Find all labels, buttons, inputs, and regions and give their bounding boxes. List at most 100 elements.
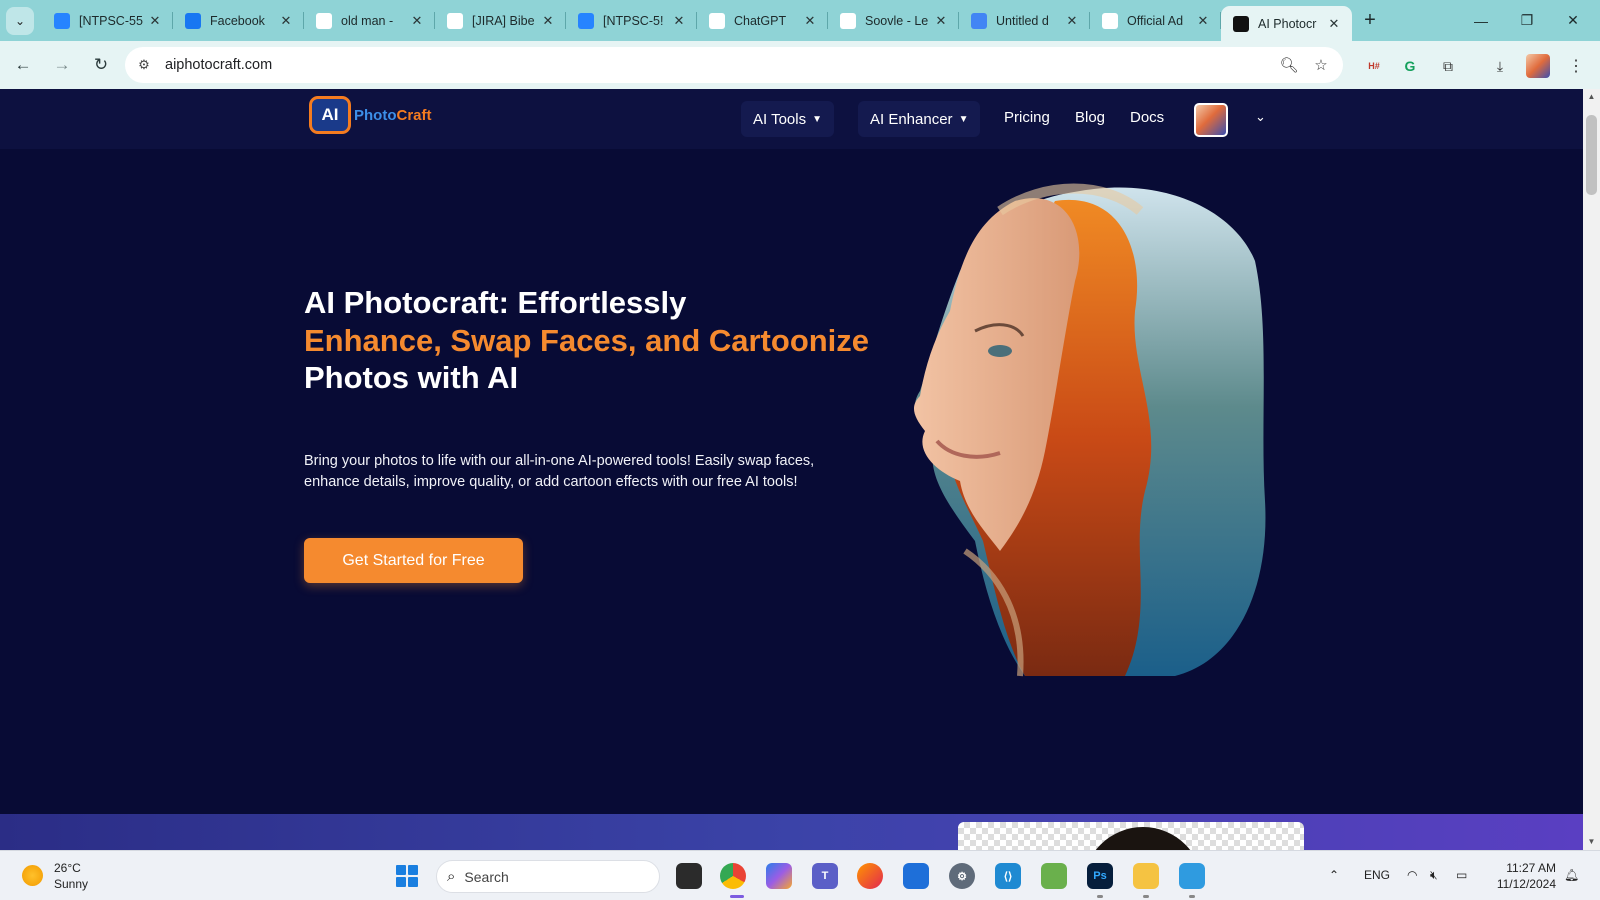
facebook-icon [185,12,201,29]
chrome-icon[interactable] [720,863,746,889]
get-started-button[interactable]: Get Started for Free [304,538,523,583]
language-indicator[interactable]: ENG [1364,868,1390,882]
paint-icon[interactable] [1179,863,1205,889]
nav-ai-enhancer[interactable]: AI Enhancer ▼ [858,101,981,137]
browser-toolbar: ← → ↻ ⚙ aiphotocraft.com 🔍︎ ☆ [0,41,1600,89]
photoshop-icon[interactable]: Ps [1087,863,1113,889]
hashtag-extension-icon[interactable]: H# [1362,54,1386,78]
browser-tab[interactable]: [NTPSC-5! ✕ [566,0,697,41]
browser-tab-title: Official Ad [1127,13,1184,28]
preview-portrait-image [1083,827,1203,850]
teams-icon[interactable]: T [812,863,838,889]
account-menu-chevron-icon[interactable]: ⌄ [1255,109,1266,125]
taskbar-search[interactable]: ⌕ Search [436,860,660,893]
reload-button[interactable]: ↻ [84,48,118,82]
page-scrollbar[interactable]: ▲ ▼ [1583,89,1600,850]
file-explorer-icon[interactable] [1133,863,1159,889]
browser-tab-title: AI Photocr [1258,16,1317,31]
nav-ai-tools[interactable]: AI Tools ▼ [741,101,834,137]
weather-widget[interactable]: 26°C Sunny [54,860,88,892]
wifi-icon[interactable]: ◠ [1407,868,1417,882]
close-tab-icon[interactable]: ✕ [671,13,687,29]
browser-menu-icon[interactable]: ⋮ [1564,54,1588,78]
nav-blog[interactable]: Blog [1075,109,1105,126]
adobe-icon [1102,12,1118,29]
browser-tab[interactable]: Official Ad ✕ [1090,0,1221,41]
notification-bell-icon[interactable]: 🔔︎ [1564,868,1579,882]
nav-docs[interactable]: Docs [1130,109,1164,126]
jira-icon [54,12,70,29]
jira-icon [578,12,594,29]
photos-icon[interactable] [1041,863,1067,889]
chevron-up-icon[interactable]: ⌃ [1329,868,1339,882]
chevron-down-icon: ▼ [958,113,969,125]
close-tab-icon[interactable]: ✕ [933,13,949,29]
download-icon[interactable]: ⤓ [1488,54,1512,78]
close-tab-icon[interactable]: ✕ [1195,13,1211,29]
close-tab-icon[interactable]: ✕ [1326,16,1342,32]
nav-ai-enhancer-label: AI Enhancer [870,110,953,128]
sun-icon[interactable] [22,865,43,886]
scrollbar-thumb[interactable] [1586,115,1597,195]
browser-tab[interactable]: ChatGPT ✕ [697,0,828,41]
reload-icon: ↻ [93,55,109,74]
copilot-icon[interactable] [766,863,792,889]
minimize-button[interactable]: — [1458,0,1504,41]
zoom-icon[interactable]: 🔍︎ [1273,56,1305,74]
site-info-icon[interactable]: ⚙ [129,50,159,80]
forward-button[interactable]: → [45,48,79,82]
user-avatar[interactable] [1194,103,1228,137]
restore-button[interactable]: ❐ [1504,0,1550,41]
hero-heading-highlight: Enhance, Swap Faces, and Cartoonize [304,322,870,358]
chevron-down-icon: ⌄ [14,13,26,28]
browser-tab[interactable]: Facebook ✕ [173,0,304,41]
aiphotocraft-logo[interactable]: AI PhotoCraft [309,96,432,134]
task-view-icon[interactable] [676,863,702,889]
browser-tab[interactable]: old man - ✕ [304,0,435,41]
paint-running-indicator [1189,895,1195,898]
grammarly-extension-icon[interactable]: G [1398,54,1422,78]
address-bar[interactable]: ⚙ aiphotocraft.com 🔍︎ ☆ [125,47,1343,83]
close-tab-icon[interactable]: ✕ [1064,13,1080,29]
browser-tab-title: old man - [341,13,394,28]
browser-tab[interactable]: [NTPSC-55 ✕ [42,0,173,41]
store-icon[interactable] [903,863,929,889]
settings-gear-icon[interactable]: ⚙ [949,863,975,889]
taskbar-clock[interactable]: 11:27 AM 11/12/2024 [1490,860,1556,892]
volume-muted-icon[interactable]: 🔇︎ [1430,868,1438,883]
close-tab-icon[interactable]: ✕ [540,13,556,29]
taskbar-search-label: Search [464,868,509,885]
scroll-down-icon[interactable]: ▼ [1583,837,1600,846]
gmail-icon [447,12,463,29]
tab-search-button[interactable]: ⌄ [6,6,34,35]
browser-tab[interactable]: Untitled d ✕ [959,0,1090,41]
arrow-left-icon: ← [14,55,32,74]
browser-tab[interactable]: AI Photocr ✕ [1221,6,1352,41]
docs-icon [971,12,987,29]
close-icon: ✕ [1567,12,1579,28]
hero-heading-line3: Photos with AI [304,360,519,395]
url-text[interactable]: aiphotocraft.com [165,57,1273,73]
hero-description: Bring your photos to life with our all-i… [304,453,815,490]
close-tab-icon[interactable]: ✕ [278,13,294,29]
vscode-icon[interactable]: ⟨⟩ [995,863,1021,889]
firefox-icon[interactable] [857,863,883,889]
extensions-puzzle-icon[interactable]: ⧉ [1436,54,1460,78]
web-page: AI PhotoCraft AI Tools ▼ AI Enhancer ▼ Pri… [0,89,1583,850]
close-tab-icon[interactable]: ✕ [147,13,163,29]
windows-start-icon[interactable] [396,865,418,887]
bookmark-star-icon[interactable]: ☆ [1305,56,1337,74]
browser-tab[interactable]: [JIRA] Bibe ✕ [435,0,566,41]
browser-tab[interactable]: Soovle - Le ✕ [828,0,959,41]
minimize-icon: — [1474,12,1488,29]
profile-avatar-icon[interactable] [1526,54,1550,78]
scroll-up-icon[interactable]: ▲ [1583,92,1600,101]
close-tab-icon[interactable]: ✕ [409,13,425,29]
close-window-button[interactable]: ✕ [1550,0,1596,41]
logo-word-photo: Photo [354,106,397,124]
back-button[interactable]: ← [6,48,40,82]
close-tab-icon[interactable]: ✕ [802,13,818,29]
nav-pricing[interactable]: Pricing [1004,109,1050,126]
new-tab-button[interactable]: + [1352,9,1388,32]
battery-icon[interactable]: ▭ [1456,868,1467,882]
